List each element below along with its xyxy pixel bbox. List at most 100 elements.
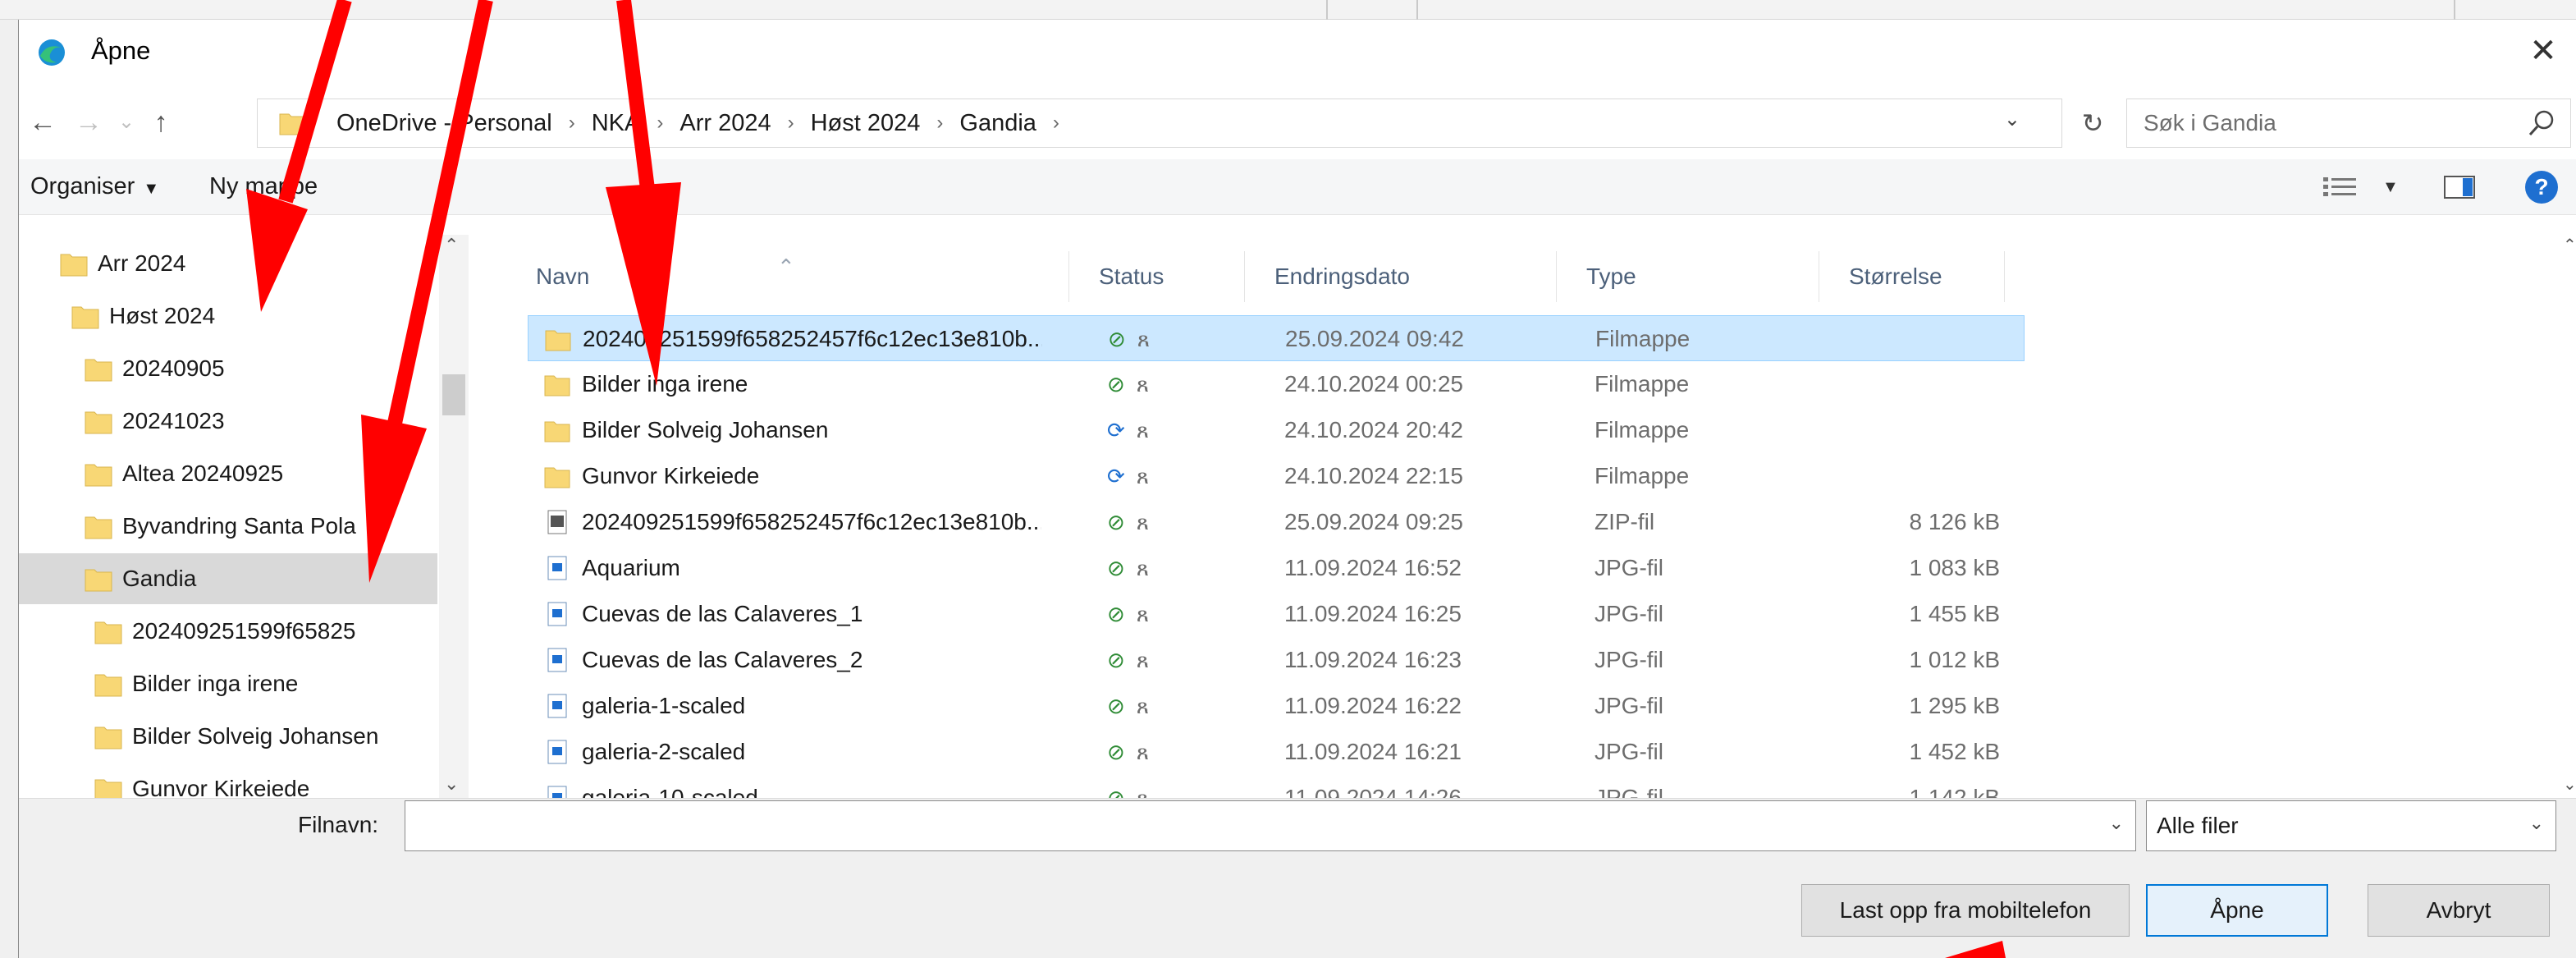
nav-tree-item[interactable]: 20240905 [19, 343, 437, 394]
column-header-date[interactable]: Endringsdato [1245, 251, 1557, 302]
folder-icon [60, 254, 88, 277]
nav-tree-item[interactable]: Gunvor Kirkeiede [19, 763, 437, 798]
nav-tree-item[interactable]: Bilder inga irene [19, 658, 437, 709]
dialog-title: Åpne [91, 36, 151, 65]
scrollbar-thumb[interactable] [442, 374, 465, 415]
breadcrumb-item[interactable]: Høst 2024 [803, 110, 929, 137]
forward-button[interactable]: → [70, 97, 108, 149]
file-date: 11.09.2024 16:21 [1284, 739, 1462, 764]
filename-input[interactable] [414, 809, 2071, 842]
new-folder-button[interactable]: Ny mappe [209, 159, 318, 215]
search-box[interactable] [2126, 99, 2571, 148]
organize-menu[interactable]: Organiser ▼ [30, 159, 159, 215]
sync-status: ⊘ ጸ [1107, 637, 1206, 683]
check-circle-icon: ⊘ [1107, 786, 1125, 798]
column-header-row: Navn ⌃ Status Endringsdato Type Størrels… [506, 251, 2033, 302]
file-row[interactable]: galeria-2-scaled ⊘ ጸ 11.09.2024 16:21 JPG-fi… [506, 729, 2033, 775]
file-row[interactable]: Bilder Solveig Johansen ⟳ ጸ 24.10.2024 20:4… [506, 407, 2033, 453]
file-row[interactable]: 202409251599f658252457f6c12ec13e810b... ⊘… [528, 315, 2025, 361]
file-type-value: Alle filer [2157, 813, 2239, 838]
file-row[interactable]: Gunvor Kirkeiede ⟳ ጸ 24.10.2024 22:15 Filmap… [506, 453, 2033, 499]
column-header-type[interactable]: Type [1557, 251, 1819, 302]
check-circle-icon: ⊘ [1107, 648, 1125, 672]
nav-tree-item[interactable]: Altea 20240925 [19, 448, 437, 499]
chevron-down-icon[interactable]: ▼ [2382, 159, 2399, 215]
file-row[interactable]: Cuevas de las Calaveres_2 ⊘ ጸ 11.09.2024 16… [506, 637, 2033, 683]
file-row[interactable]: galeria-1-scaled ⊘ ጸ 11.09.2024 16:22 JPG-fi… [506, 683, 2033, 729]
open-button[interactable]: Åpne [2146, 884, 2328, 937]
file-type: Filmappe [1595, 326, 1691, 351]
column-header-status[interactable]: Status [1069, 251, 1245, 302]
close-button[interactable]: ✕ [2519, 28, 2568, 74]
nav-tree-item[interactable]: Bilder Solveig Johansen [19, 711, 437, 762]
sync-status: ⊘ ጸ [1107, 683, 1206, 729]
nav-tree-label: Høst 2024 [109, 303, 216, 328]
person-icon: ጸ [1136, 694, 1150, 718]
nav-tree-item[interactable]: Høst 2024 [19, 291, 437, 341]
recent-locations-button[interactable]: ⌄ [108, 97, 145, 149]
chevron-right-icon[interactable]: › [928, 112, 951, 135]
person-icon: ጸ [1136, 786, 1150, 798]
check-circle-icon: ⊘ [1107, 602, 1125, 626]
file-type-filter[interactable]: Alle filer ⌄ [2146, 800, 2556, 851]
search-icon[interactable] [2526, 108, 2557, 139]
column-header-size[interactable]: Størrelse [1819, 251, 2005, 302]
scroll-up-icon[interactable]: ⌃ [444, 235, 459, 256]
file-date: 25.09.2024 09:42 [1285, 326, 1464, 351]
breadcrumb-item[interactable]: Arr 2024 [671, 110, 779, 137]
folder-icon [85, 411, 112, 434]
chevron-down-icon[interactable]: ⌄ [2529, 813, 2544, 834]
chevron-right-icon[interactable]: › [1045, 112, 1068, 135]
file-size: 8 126 kB [1909, 509, 2000, 534]
view-options-icon[interactable] [2322, 174, 2358, 200]
navigation-scrollbar[interactable]: ⌃ ⌄ [439, 235, 469, 798]
folder-icon [544, 421, 570, 442]
nav-tree-item[interactable]: Byvandring Santa Pola [19, 501, 437, 552]
scroll-up-icon[interactable]: ⌃ [2563, 235, 2576, 255]
file-size: 1 455 kB [1909, 601, 2000, 626]
breadcrumb-item[interactable]: NKA [583, 110, 649, 137]
up-button[interactable]: ↑ [142, 97, 180, 149]
nav-tree-item[interactable]: Gandia [19, 553, 437, 604]
folder-icon [94, 621, 122, 644]
file-list: Navn ⌃ Status Endringsdato Type Størrels… [506, 235, 2542, 798]
nav-tree-item[interactable]: 20240925159​9f65825 [19, 606, 437, 657]
nav-tree-item[interactable]: Arr 2024 [19, 238, 437, 289]
file-type: Filmappe [1595, 463, 1690, 488]
file-row[interactable]: 202409251599f658252457f6c12ec13e810b... ⊘… [506, 499, 2033, 545]
image-icon [547, 740, 567, 764]
background-separator [2454, 0, 2455, 20]
chevron-down-icon[interactable]: ⌄ [2004, 108, 2020, 131]
cancel-button[interactable]: Avbryt [2368, 884, 2550, 937]
file-row[interactable]: Cuevas de las Calaveres_1 ⊘ ጸ 11.09.2024 16… [506, 591, 2033, 637]
file-size: 1 142 kB [1909, 785, 2000, 798]
upload-from-phone-button[interactable]: Last opp fra mobiltelefon [1801, 884, 2130, 937]
breadcrumb-item[interactable]: Gandia [951, 110, 1045, 137]
file-row[interactable]: galeria-10-scaled ⊘ ጸ 11.09.2024 14:26 JPG-f… [506, 775, 2033, 798]
preview-pane-icon[interactable] [2443, 174, 2476, 200]
file-list-scrollbar[interactable]: ⌃ ⌄ [2563, 235, 2576, 798]
file-size: 1 012 kB [1909, 647, 2000, 672]
chevron-right-icon[interactable]: › [560, 112, 583, 135]
help-icon[interactable]: ? [2525, 171, 2558, 204]
back-button[interactable]: ← [24, 97, 62, 149]
chevron-right-icon[interactable]: › [780, 112, 803, 135]
nav-tree-label: 20240905 [122, 355, 225, 381]
nav-tree-item[interactable]: 20241023 [19, 396, 437, 447]
breadcrumb-item[interactable]: OneDrive - Personal [328, 110, 560, 137]
address-bar[interactable]: OneDrive - Personal › NKA › Arr 2024 › Høst 20… [257, 99, 2062, 148]
search-input[interactable] [2144, 106, 2488, 140]
file-date: 24.10.2024 20:42 [1284, 417, 1463, 442]
chevron-down-icon[interactable]: ⌄ [2109, 813, 2124, 834]
chevron-right-icon[interactable]: › [648, 112, 671, 135]
file-row[interactable]: Bilder inga irene ⊘ ጸ 24.10.2024 00:25 Filma… [506, 361, 2033, 407]
person-icon: ጸ [1136, 740, 1150, 764]
scroll-down-icon[interactable]: ⌄ [444, 773, 459, 795]
file-name: Aquarium [582, 555, 680, 580]
scroll-down-icon[interactable]: ⌄ [2563, 774, 2576, 795]
filename-combobox[interactable]: ⌄ [405, 800, 2136, 851]
image-icon [547, 602, 567, 626]
file-row[interactable]: Aquarium ⊘ ጸ 11.09.2024 16:52 JPG-fil 1 083 k… [506, 545, 2033, 591]
refresh-icon[interactable]: ↻ [2072, 103, 2113, 143]
folder-icon [94, 779, 122, 798]
